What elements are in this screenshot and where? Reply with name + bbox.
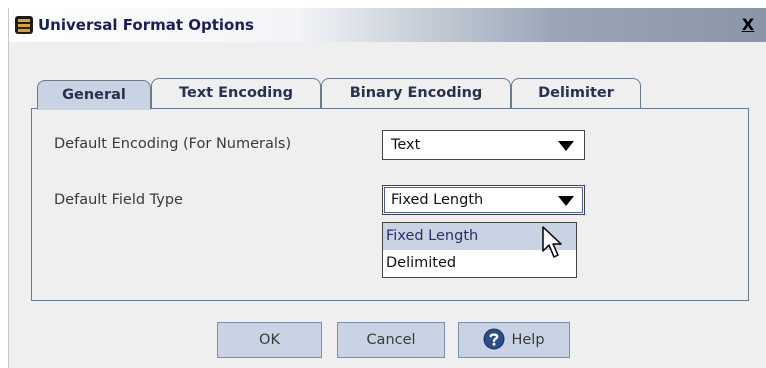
default-encoding-select[interactable]: Text (382, 130, 585, 160)
universal-format-options-dialog: Universal Format Options X General Text … (8, 8, 766, 368)
cancel-button[interactable]: Cancel (337, 322, 445, 358)
close-button[interactable]: X (739, 16, 757, 34)
title-bar[interactable]: Universal Format Options X (9, 8, 766, 42)
mouse-pointer-icon (542, 226, 562, 258)
help-button-label: Help (511, 332, 545, 348)
default-encoding-label: Default Encoding (For Numerals) (54, 136, 292, 152)
tab-delimiter[interactable]: Delimiter (511, 78, 641, 108)
default-encoding-value: Text (391, 137, 421, 153)
tab-binary-encoding[interactable]: Binary Encoding (321, 78, 511, 108)
default-field-type-select[interactable]: Fixed Length (382, 185, 585, 215)
tab-general[interactable]: General (37, 80, 151, 110)
app-icon (15, 16, 33, 34)
dialog-title: Universal Format Options (38, 16, 254, 34)
chevron-down-icon (558, 196, 574, 206)
tab-text-encoding[interactable]: Text Encoding (151, 78, 321, 108)
chevron-down-icon (558, 141, 574, 151)
help-button[interactable]: Help (458, 322, 570, 358)
help-icon (483, 328, 505, 349)
default-field-type-value: Fixed Length (391, 192, 484, 208)
ok-button[interactable]: OK (217, 322, 322, 358)
default-field-type-label: Default Field Type (54, 192, 183, 208)
